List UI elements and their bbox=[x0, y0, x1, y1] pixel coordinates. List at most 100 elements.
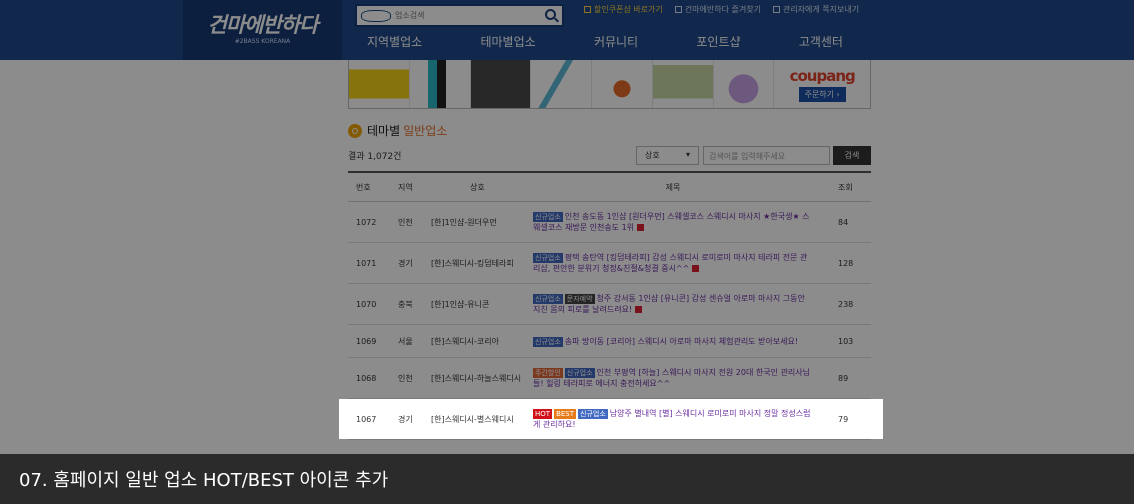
row-views: 103 bbox=[838, 336, 854, 346]
row-number: 1068 bbox=[356, 373, 377, 383]
table-row[interactable]: 1069 서울 [한]스웨디시-코리아 신규업소 송파 방이동 [코리아] 스웨디시 아… bbox=[348, 325, 871, 358]
result-count: 결과 1,072건 bbox=[348, 152, 402, 162]
row-views: 79 bbox=[838, 414, 849, 424]
section-title-text: 테마별 bbox=[367, 124, 401, 138]
row-title[interactable]: 신규업소 문자예약 청주 강서동 1인샵 [유니콘] 감성 센슈얼 아로마 마사지 … bbox=[533, 284, 813, 324]
row-views: 128 bbox=[838, 258, 854, 268]
coupang-ad[interactable]: coupang 주문하기 › bbox=[774, 60, 870, 108]
site-header: 건마에반하다 #2BASS KOREANA 할인쿠폰샵 바로가기 건마에반하다 … bbox=[0, 0, 1134, 60]
new-icon bbox=[692, 265, 700, 272]
row-title[interactable]: 신규업소 인천 송도동 1인샵 [원더우먼] 스웨셀코스 스웨디시 마사지 ★한국… bbox=[533, 202, 813, 242]
row-title[interactable]: 신규업소 평택 송탄역 [킹덤테라피] 감성 스웨디시 로미로미 마사지 테라피 … bbox=[533, 243, 813, 283]
row-name[interactable]: [한]1인샵-원더우먼 bbox=[431, 202, 497, 242]
site-logo[interactable]: 건마에반하다 #2BASS KOREANA bbox=[183, 0, 342, 60]
status-badge: 신규업소 bbox=[578, 409, 608, 419]
status-badge: HOT bbox=[533, 409, 553, 419]
bookmark-link[interactable]: 건마에반하다 즐겨찾기 bbox=[674, 4, 761, 15]
product-image[interactable] bbox=[349, 60, 410, 108]
highlighted-table-row[interactable]: 1067 경기 [한]스웨디시-별스웨디시 HOT BEST 신규업소 남양주 별내역 [별… bbox=[348, 399, 871, 439]
header-views: 조회 bbox=[838, 182, 853, 192]
status-badge: 신규업소 bbox=[533, 212, 563, 222]
search-button[interactable]: 검색 bbox=[833, 146, 871, 165]
row-name[interactable]: [한]스웨디시-별스웨디시 bbox=[431, 399, 514, 439]
product-image[interactable] bbox=[409, 60, 471, 108]
search-icon[interactable] bbox=[545, 9, 556, 20]
coupon-shop-link[interactable]: 할인쿠폰샵 바로가기 bbox=[584, 4, 663, 15]
status-badge: BEST bbox=[554, 409, 577, 419]
nav-item-pointshop[interactable]: 포인트샵 bbox=[674, 33, 762, 55]
row-region: 경기 bbox=[398, 414, 413, 424]
status-badge: 신규업소 bbox=[533, 294, 563, 304]
nav-item-support[interactable]: 고객센터 bbox=[777, 33, 865, 55]
product-image[interactable] bbox=[531, 60, 593, 108]
row-title-content: 주간할인 신규업소 인천 부평역 [하늘] 스웨디시 마사지 전원 20대 한국인 … bbox=[533, 367, 813, 389]
status-badge: 문자예약 bbox=[564, 294, 595, 304]
table-row[interactable]: 1072 인천 [한]1인샵-원더우먼 신규업소 인천 송도동 1인샵 [원더우먼] 스… bbox=[348, 202, 871, 243]
mail-icon bbox=[772, 6, 780, 13]
highlighted-row-callout: 1067 경기 [한]스웨디시-별스웨디시 HOT BEST 신규업소 남양주 별내역 [별… bbox=[339, 399, 883, 439]
header-search bbox=[355, 4, 564, 27]
row-region: 경기 bbox=[398, 258, 413, 268]
row-name[interactable]: [한]1인샵-유니콘 bbox=[431, 284, 489, 324]
row-number: 1070 bbox=[356, 299, 377, 309]
row-title-content: 신규업소 인천 송도동 1인샵 [원더우먼] 스웨셀코스 스웨디시 마사지 ★한국… bbox=[533, 211, 813, 233]
row-views: 89 bbox=[838, 373, 849, 383]
coupon-shop-label: 할인쿠폰샵 바로가기 bbox=[594, 5, 663, 14]
table-row[interactable]: 1070 충북 [한]1인샵-유니콘 신규업소 문자예약 청주 강서동 1인샵 [유니콘]… bbox=[348, 284, 871, 325]
screenshot-stage: 건마에반하다 #2BASS KOREANA 할인쿠폰샵 바로가기 건마에반하다 … bbox=[0, 0, 1134, 504]
row-title-content: 신규업소 송파 방이동 [코리아] 스웨디시 아로마 마사지 체험관리도 받아보세… bbox=[533, 336, 798, 347]
row-title-text: 평택 송탄역 [킹덤테라피] 감성 스웨디시 로미로미 마사지 테라피 전문 관… bbox=[533, 253, 808, 273]
message-admin-link[interactable]: 관리자에게 쪽지보내기 bbox=[772, 4, 860, 15]
main-nav: 지역별업소 테마별업소 커뮤니티 포인트샵 고객센터 bbox=[345, 33, 865, 55]
bookmark-icon bbox=[674, 6, 682, 13]
coupang-logo: coupang bbox=[789, 66, 856, 85]
header-title: 제목 bbox=[665, 182, 681, 192]
row-number: 1069 bbox=[356, 336, 377, 346]
product-banner: coupang 주문하기 › bbox=[348, 60, 871, 109]
top-links: 할인쿠폰샵 바로가기 건마에반하다 즐겨찾기 관리자에게 쪽지보내기 bbox=[584, 4, 859, 15]
product-image[interactable] bbox=[470, 60, 532, 108]
nav-item-theme[interactable]: 테마별업소 bbox=[458, 33, 557, 55]
product-image[interactable] bbox=[652, 60, 714, 108]
table-header: 번호 지역 상호 제목 조회 bbox=[348, 171, 871, 202]
product-image[interactable] bbox=[592, 60, 653, 108]
row-title-text: 인천 송도동 1인샵 [원더우먼] 스웨셀코스 스웨디시 마사지 ★한국생★ 스… bbox=[533, 212, 810, 232]
brand-mark-icon bbox=[361, 9, 391, 22]
status-badge: 신규업소 bbox=[533, 253, 563, 263]
message-admin-label: 관리자에게 쪽지보내기 bbox=[782, 5, 860, 14]
row-name[interactable]: [한]스웨디시-코리아 bbox=[431, 325, 499, 357]
row-title-content: HOTBEST신규업소남양주 별내역 [별] 스웨디시 로미로미 마사지 정말 … bbox=[533, 408, 813, 430]
row-number: 1071 bbox=[356, 258, 377, 268]
gift-icon bbox=[584, 6, 591, 13]
status-badge: 주간할인 bbox=[533, 368, 563, 378]
row-title-content: 신규업소 평택 송탄역 [킹덤테라피] 감성 스웨디시 로미로미 마사지 테라피 … bbox=[533, 252, 813, 274]
coupang-order-button[interactable]: 주문하기 › bbox=[798, 86, 846, 102]
product-image[interactable] bbox=[713, 60, 775, 108]
row-region: 인천 bbox=[398, 217, 413, 227]
row-name[interactable]: [한]스웨디시-하늘스웨디시 bbox=[431, 358, 521, 398]
row-views: 238 bbox=[838, 299, 854, 309]
logo-subtext: #2BASS KOREANA bbox=[234, 38, 291, 45]
table-row[interactable]: 1071 경기 [한]스웨디시-킹덤테라피 신규업소 평택 송탄역 [킹덤테라피] 감성… bbox=[348, 243, 871, 284]
row-title[interactable]: HOTBEST신규업소남양주 별내역 [별] 스웨디시 로미로미 마사지 정말 … bbox=[533, 399, 813, 439]
status-badge: 신규업소 bbox=[564, 368, 595, 378]
row-number: 1067 bbox=[356, 414, 377, 424]
nav-item-region[interactable]: 지역별업소 bbox=[345, 33, 444, 55]
row-title[interactable]: 주간할인 신규업소 인천 부평역 [하늘] 스웨디시 마사지 전원 20대 한국인 … bbox=[533, 358, 813, 398]
row-title[interactable]: 신규업소 송파 방이동 [코리아] 스웨디시 아로마 마사지 체험관리도 받아보세… bbox=[533, 325, 813, 357]
chevron-down-icon: ▾ bbox=[685, 150, 690, 159]
row-region: 충북 bbox=[398, 299, 413, 309]
section-title-highlight: 일반업소 bbox=[403, 124, 448, 138]
table-row[interactable]: 1068 인천 [한]스웨디시-하늘스웨디시 주간할인 신규업소 인천 부평역 [하늘] … bbox=[348, 358, 871, 399]
new-icon bbox=[635, 306, 643, 313]
row-region: 서울 bbox=[398, 336, 413, 346]
keyword-input[interactable]: 검색어를 입력해주세요 bbox=[703, 146, 830, 165]
bookmark-label: 건마에반하다 즐겨찾기 bbox=[684, 5, 761, 14]
section-title: 테마별 일반업소 bbox=[348, 122, 447, 139]
row-title-content: 신규업소 문자예약 청주 강서동 1인샵 [유니콘] 감성 센슈얼 아로마 마사지 … bbox=[533, 293, 813, 315]
search-input[interactable] bbox=[395, 11, 535, 20]
sort-select[interactable]: 상호 ▾ bbox=[636, 146, 699, 165]
row-name[interactable]: [한]스웨디시-킹덤테라피 bbox=[431, 243, 514, 283]
nav-item-community[interactable]: 커뮤니티 bbox=[572, 33, 660, 55]
new-icon bbox=[637, 224, 645, 231]
